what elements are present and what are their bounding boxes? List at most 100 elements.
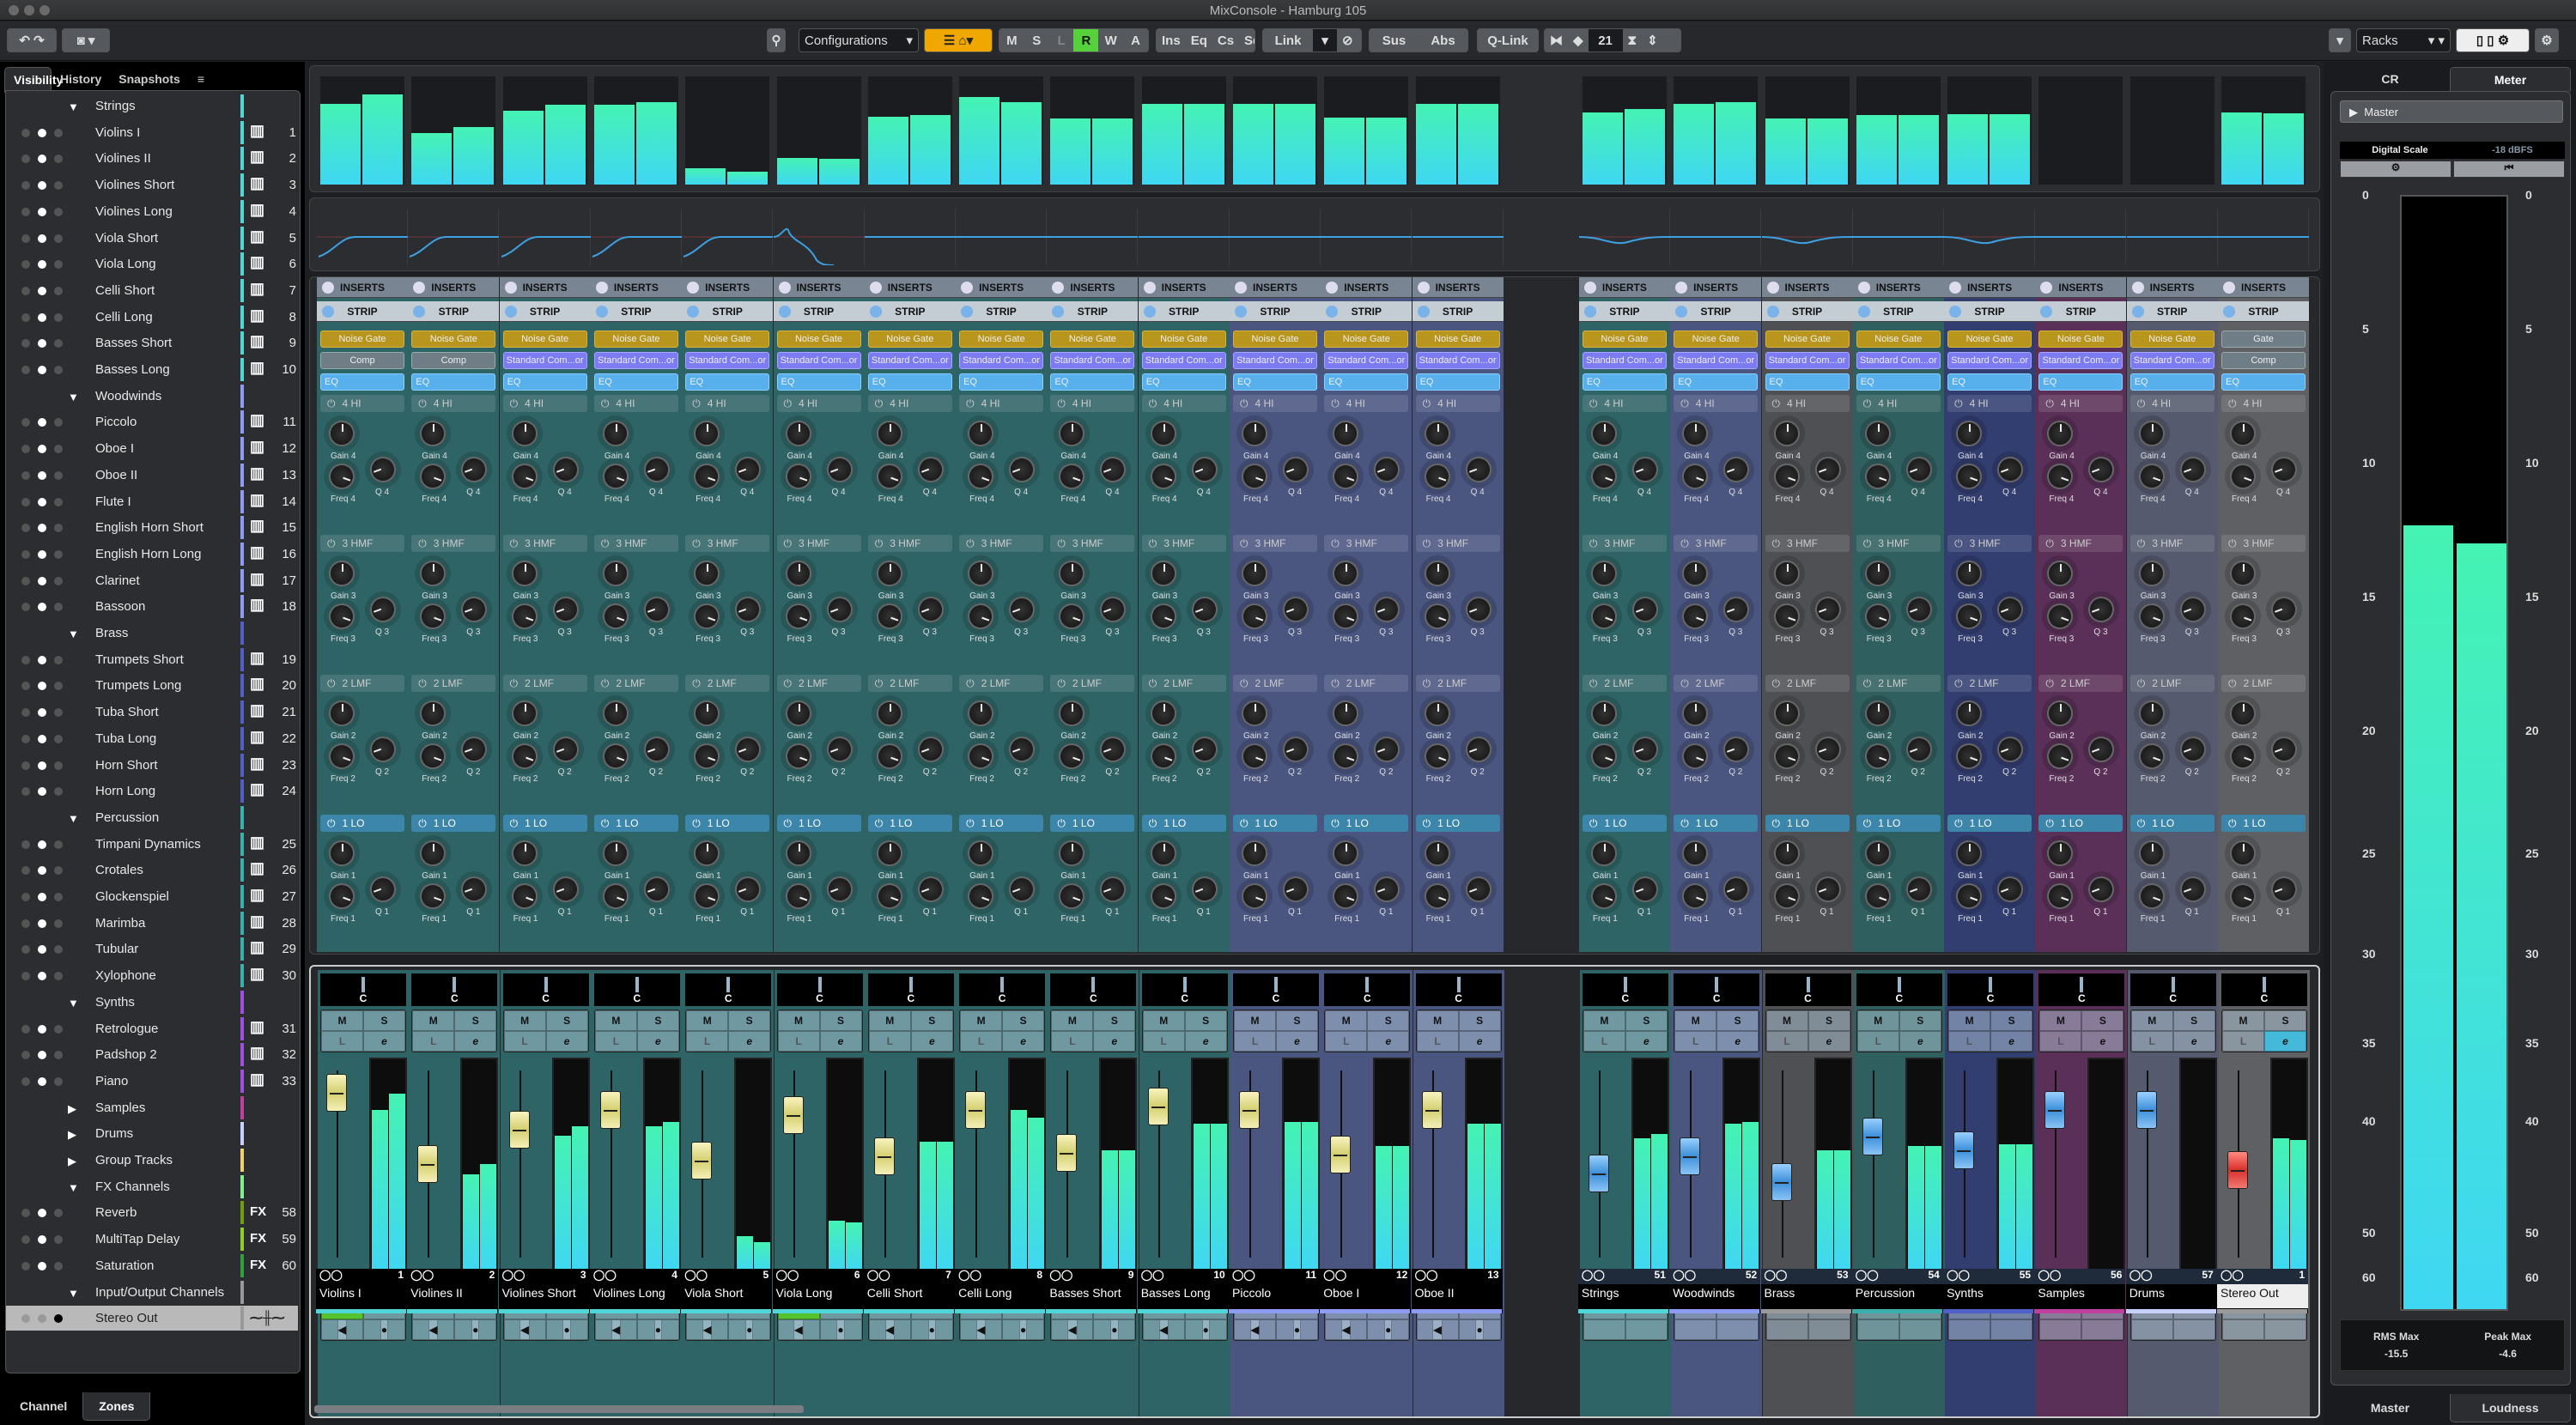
visibility-toggle[interactable] xyxy=(38,576,46,585)
power-icon[interactable]: ⏻ xyxy=(327,817,336,830)
visibility-toggle[interactable] xyxy=(21,945,30,955)
eq-slot[interactable]: EQ xyxy=(411,373,496,391)
power-icon[interactable]: ⏻ xyxy=(1240,537,1249,550)
eq-band-header[interactable]: ⏻ 4 HI xyxy=(1324,395,1409,412)
power-icon[interactable]: ⏻ xyxy=(875,677,884,690)
eq-band-header[interactable]: ⏻ 4 HI xyxy=(776,395,861,412)
eq-band-header[interactable]: ⏻ 2 LMF xyxy=(1947,675,2032,692)
visibility-toggle[interactable] xyxy=(54,233,63,243)
eq-band-header[interactable]: ⏻ 1 LO xyxy=(959,815,1044,832)
visibility-toggle[interactable] xyxy=(54,549,63,559)
collapsed-triangle-icon[interactable]: ▶ xyxy=(68,1155,76,1168)
eq-knob[interactable] xyxy=(1055,879,1089,913)
power-icon[interactable]: ⏻ xyxy=(327,677,336,690)
power-icon[interactable]: ⏻ xyxy=(692,537,701,550)
power-icon[interactable]: ⏻ xyxy=(1772,817,1781,830)
inserts-header[interactable]: INSERTS xyxy=(2035,277,2127,298)
eq-knob[interactable] xyxy=(1005,872,1039,907)
pan-control[interactable]: C xyxy=(1582,973,1668,1006)
comp-slot[interactable]: Standard Com...or xyxy=(2129,352,2215,369)
strip-bypass-button[interactable] xyxy=(2040,306,2053,318)
eq-knob[interactable] xyxy=(694,700,720,726)
track-row[interactable]: Horn Long ▥ 24 xyxy=(6,779,298,803)
visibility-toggle[interactable] xyxy=(54,418,63,428)
eq-knob[interactable] xyxy=(1902,872,1936,907)
rack-button-eq[interactable]: Eq xyxy=(1186,29,1212,52)
strip-header[interactable]: STRIP xyxy=(1578,301,1670,322)
edit-channel-button[interactable]: e xyxy=(454,1031,497,1052)
eq-knob[interactable] xyxy=(1864,421,1891,446)
rack-button-sd[interactable]: Sd xyxy=(1239,29,1255,52)
eq-band-header[interactable]: ⏻ 4 HI xyxy=(1582,395,1667,412)
eq-knob[interactable] xyxy=(1773,421,1800,446)
eq-band-header[interactable]: ⏻ 2 LMF xyxy=(593,675,678,692)
eq-knob[interactable] xyxy=(329,561,355,586)
comp-slot[interactable]: Comp xyxy=(411,352,496,369)
visibility-dots[interactable] xyxy=(21,576,63,585)
visibility-dots[interactable] xyxy=(21,418,63,428)
eq-knob[interactable] xyxy=(2085,732,2118,767)
panel-layout-toggles[interactable]: ▯ ▯ ⚙ xyxy=(2456,28,2530,52)
eq-knob[interactable] xyxy=(2226,739,2260,773)
visibility-dots[interactable] xyxy=(21,655,63,664)
eq-knob[interactable] xyxy=(2176,732,2209,767)
eq-band-header[interactable]: ⏻ 3 HMF xyxy=(1324,535,1409,552)
gate-slot[interactable]: Noise Gate xyxy=(320,330,404,348)
eq-knob[interactable] xyxy=(1719,732,1753,767)
channel-count[interactable]: 21 xyxy=(1588,29,1623,52)
strip-header[interactable]: STRIP xyxy=(956,301,1048,322)
inserts-header[interactable]: INSERTS xyxy=(1047,277,1139,298)
eq-slot[interactable]: EQ xyxy=(1233,373,1317,391)
listen-button[interactable]: L xyxy=(686,1031,729,1052)
track-row[interactable]: Padshop 2 ▥ 32 xyxy=(6,1042,298,1067)
eq-knob[interactable] xyxy=(420,561,447,586)
eq-knob[interactable] xyxy=(458,872,491,907)
comp-slot[interactable]: Standard Com...or xyxy=(1765,352,1850,369)
power-icon[interactable]: ⏻ xyxy=(1149,817,1157,830)
eq-band-header[interactable]: ⏻ 3 HMF xyxy=(411,535,496,552)
volume-fader[interactable] xyxy=(691,1141,713,1179)
eq-knob[interactable] xyxy=(963,459,998,494)
tab-zones[interactable]: Zones xyxy=(82,1392,151,1421)
eq-knob[interactable] xyxy=(1242,561,1267,586)
channel-name-plate[interactable]: ◯◯ 10 Basses Long xyxy=(1137,1269,1229,1313)
eq-knob[interactable] xyxy=(1424,561,1450,586)
strip-bypass-button[interactable] xyxy=(504,306,517,318)
state-button-s[interactable]: S xyxy=(1024,29,1049,52)
listen-button[interactable]: L xyxy=(412,1031,455,1052)
eq-slot[interactable]: EQ xyxy=(1765,373,1850,391)
eq-knob[interactable] xyxy=(1237,879,1272,913)
eq-band-header[interactable]: ⏻ 2 LMF xyxy=(1324,675,1409,692)
mute-button[interactable]: M xyxy=(1142,1010,1185,1031)
visibility-toggle[interactable] xyxy=(38,1024,46,1034)
power-icon[interactable]: ⏻ xyxy=(1772,397,1781,410)
eq-knob[interactable] xyxy=(2138,561,2165,586)
power-icon[interactable]: ⏻ xyxy=(1954,397,1963,410)
power-icon[interactable]: ⏻ xyxy=(784,537,793,550)
eq-knob[interactable] xyxy=(1861,459,1895,494)
channel-name-plate[interactable]: ◯◯ 2 Violines II xyxy=(407,1269,499,1313)
visibility-toggle[interactable] xyxy=(21,576,30,585)
channel-name-plate[interactable]: ◯◯ 56 Samples xyxy=(2034,1269,2126,1313)
eq-knob[interactable] xyxy=(640,732,674,767)
eq-knob[interactable] xyxy=(1773,561,1800,586)
visibility-toggle[interactable] xyxy=(21,734,30,743)
solo-button[interactable]: S xyxy=(1093,1010,1136,1031)
channel-name-plate[interactable]: ◯◯ 3 Violines Short xyxy=(498,1269,590,1313)
eq-curve[interactable] xyxy=(590,209,682,265)
eq-knob[interactable] xyxy=(1864,700,1891,726)
track-row[interactable]: Piccolo ▥ 11 xyxy=(6,409,298,434)
comp-slot[interactable]: Standard Com...or xyxy=(1856,352,1941,369)
strip-bypass-button[interactable] xyxy=(869,306,882,318)
eq-knob[interactable] xyxy=(2085,592,2118,627)
visibility-toggle[interactable] xyxy=(54,708,63,718)
eq-knob[interactable] xyxy=(2138,840,2165,866)
eq-knob[interactable] xyxy=(2226,459,2260,494)
strip-header[interactable]: STRIP xyxy=(2035,301,2127,322)
eq-knob[interactable] xyxy=(1461,872,1495,907)
visibility-toggle[interactable] xyxy=(38,128,46,137)
inserts-header[interactable]: INSERTS xyxy=(2126,277,2218,298)
mute-button[interactable]: M xyxy=(1051,1010,1094,1031)
eq-knob[interactable] xyxy=(1333,840,1359,866)
eq-knob[interactable] xyxy=(420,700,447,726)
